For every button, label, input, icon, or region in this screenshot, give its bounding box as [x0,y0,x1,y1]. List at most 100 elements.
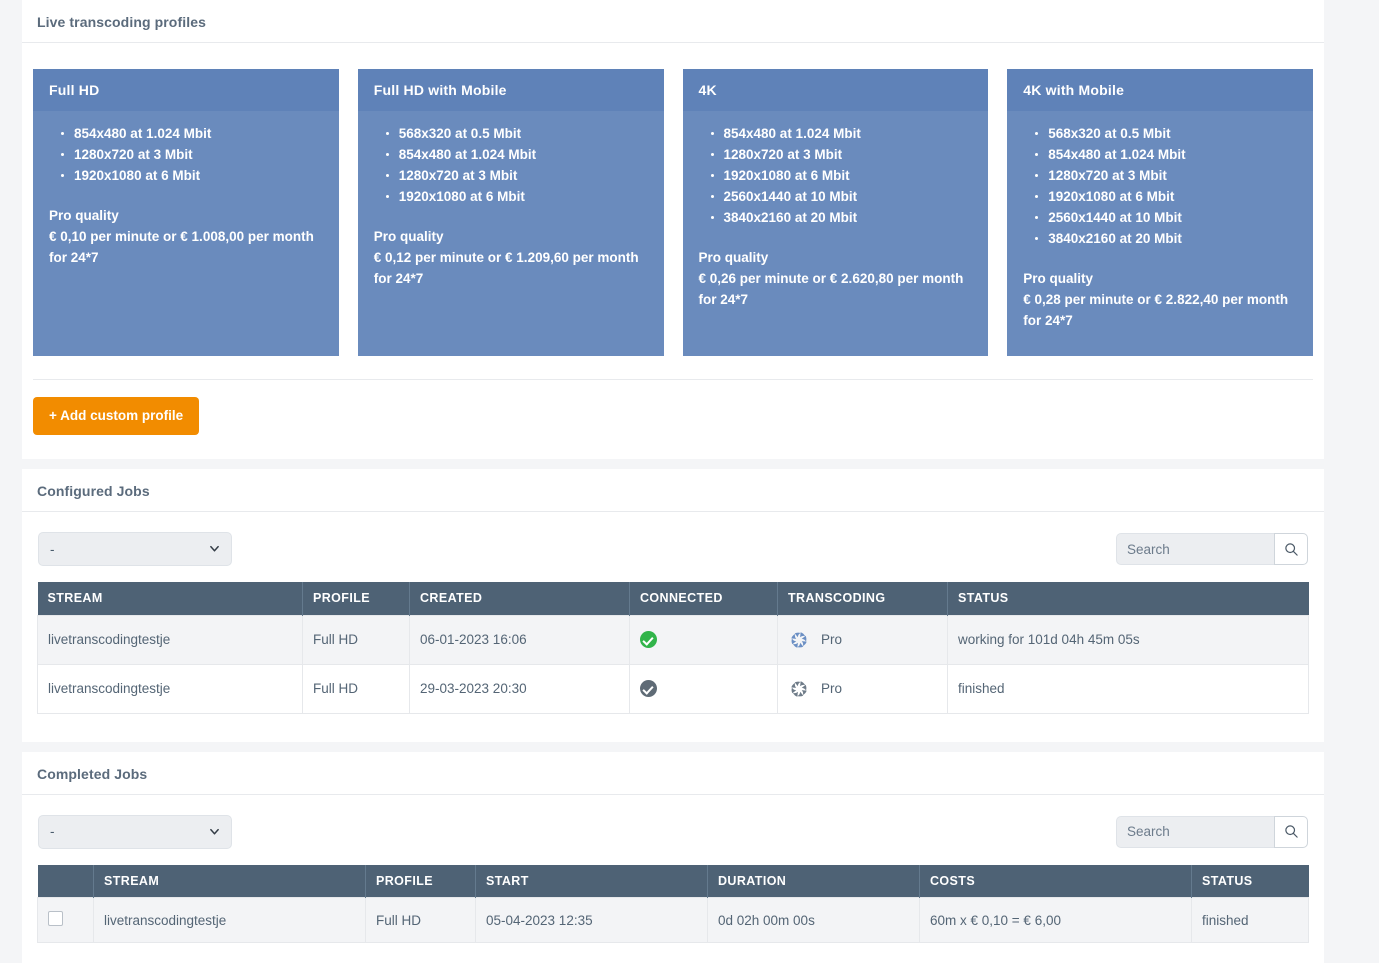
column-header-stream[interactable]: STREAM [38,582,303,615]
rendition-item: 2560x1440 at 10 Mbit [724,186,975,207]
configured-jobs-table: STREAM PROFILE CREATED CONNECTED TRANSCO… [37,582,1309,714]
row-checkbox[interactable] [48,911,63,926]
rendition-item: 3840x2160 at 20 Mbit [724,207,975,228]
profile-card[interactable]: 4K with Mobile 568x320 at 0.5 Mbit 854x4… [1007,69,1313,356]
cell-transcoding: Pro [778,664,948,713]
profile-card[interactable]: Full HD 854x480 at 1.024 Mbit 1280x720 a… [33,69,339,356]
cell-stream: livetranscodingtestje [38,664,303,713]
column-header-select [38,865,94,898]
completed-jobs-panel: Completed Jobs - [22,752,1324,963]
cell-profile: Full HD [303,664,410,713]
profile-price-block: Pro quality € 0,28 per minute or € 2.822… [1021,268,1299,331]
profile-card-title: Full HD [33,69,339,111]
rendition-item: 1920x1080 at 6 Mbit [399,186,650,207]
cell-created: 29-03-2023 20:30 [410,664,630,713]
rendition-item: 854x480 at 1.024 Mbit [1048,144,1299,165]
configured-jobs-filter[interactable]: - [38,532,232,566]
search-input[interactable] [1116,816,1274,848]
profiles-panel-title: Live transcoding profiles [22,0,1324,43]
cell-transcoding: Pro [778,615,948,664]
profile-card-body: 568x320 at 0.5 Mbit 854x480 at 1.024 Mbi… [1007,111,1313,347]
table-row[interactable]: livetranscodingtestje Full HD 05-04-2023… [38,898,1309,943]
transcoding-label: Pro [821,681,842,696]
price-line-1: € 0,26 per minute or € 2.620,80 per mont… [699,268,975,289]
cell-stream: livetranscodingtestje [38,615,303,664]
quality-label: Pro quality [49,205,325,226]
column-header-created[interactable]: CREATED [410,582,630,615]
completed-jobs-toolbar: - [37,795,1309,865]
table-row[interactable]: livetranscodingtestje Full HD 29-03-2023… [38,664,1309,713]
page-root: Live transcoding profiles Full HD 854x48… [0,0,1379,963]
column-header-duration[interactable]: DURATION [708,865,920,898]
profile-price-block: Pro quality € 0,10 per minute or € 1.008… [47,205,325,268]
profile-card-body: 568x320 at 0.5 Mbit 854x480 at 1.024 Mbi… [358,111,664,305]
rendition-list: 568x320 at 0.5 Mbit 854x480 at 1.024 Mbi… [1021,123,1299,249]
completed-jobs-table-body: livetranscodingtestje Full HD 05-04-2023… [38,898,1309,943]
column-header-costs[interactable]: COSTS [920,865,1192,898]
check-circle-icon [640,631,657,648]
cell-connected [630,664,778,713]
column-header-connected[interactable]: CONNECTED [630,582,778,615]
rendition-item: 1280x720 at 3 Mbit [74,144,325,165]
table-row[interactable]: livetranscodingtestje Full HD 06-01-2023… [38,615,1309,664]
rendition-item: 1280x720 at 3 Mbit [1048,165,1299,186]
cell-select [38,898,94,943]
add-custom-profile-button[interactable]: + Add custom profile [33,397,199,435]
profile-card-body: 854x480 at 1.024 Mbit 1280x720 at 3 Mbit… [683,111,989,326]
column-header-stream[interactable]: STREAM [94,865,366,898]
rendition-item: 854x480 at 1.024 Mbit [74,123,325,144]
price-line-1: € 0,12 per minute or € 1.209,60 per mont… [374,247,650,268]
profile-card-list: Full HD 854x480 at 1.024 Mbit 1280x720 a… [22,43,1324,356]
table-header-row: STREAM PROFILE CREATED CONNECTED TRANSCO… [38,582,1309,615]
completed-jobs-filter[interactable]: - [38,815,232,849]
rendition-item: 568x320 at 0.5 Mbit [399,123,650,144]
profile-price-block: Pro quality € 0,12 per minute or € 1.209… [372,226,650,289]
search-button[interactable] [1274,533,1308,565]
profile-card-body: 854x480 at 1.024 Mbit 1280x720 at 3 Mbit… [33,111,339,284]
column-header-transcoding[interactable]: TRANSCODING [778,582,948,615]
column-header-profile[interactable]: PROFILE [366,865,476,898]
profiles-divider [33,379,1313,380]
profile-card-title: Full HD with Mobile [358,69,664,111]
rendition-item: 2560x1440 at 10 Mbit [1048,207,1299,228]
completed-jobs-table: STREAM PROFILE START DURATION COSTS STAT… [37,865,1309,944]
column-header-status[interactable]: STATUS [1192,865,1309,898]
transcoding-label: Pro [821,632,842,647]
cell-stream: livetranscodingtestje [94,898,366,943]
column-header-profile[interactable]: PROFILE [303,582,410,615]
quality-label: Pro quality [699,247,975,268]
profile-card[interactable]: 4K 854x480 at 1.024 Mbit 1280x720 at 3 M… [683,69,989,356]
completed-jobs-table-header: STREAM PROFILE START DURATION COSTS STAT… [38,865,1309,898]
completed-jobs-body: - [22,795,1324,963]
quality-label: Pro quality [1023,268,1299,289]
configured-jobs-filter-value[interactable]: - [38,532,232,566]
column-header-status[interactable]: STATUS [948,582,1309,615]
profile-card[interactable]: Full HD with Mobile 568x320 at 0.5 Mbit … [358,69,664,356]
price-line-1: € 0,28 per minute or € 2.822,40 per mont… [1023,289,1299,310]
rendition-item: 1280x720 at 3 Mbit [399,165,650,186]
price-line-2: for 24*7 [49,247,325,268]
search-icon [1284,542,1299,557]
rendition-list: 568x320 at 0.5 Mbit 854x480 at 1.024 Mbi… [372,123,650,207]
price-line-2: for 24*7 [699,289,975,310]
configured-jobs-search [1116,533,1308,565]
check-circle-icon [640,680,657,697]
table-header-row: STREAM PROFILE START DURATION COSTS STAT… [38,865,1309,898]
rendition-item: 854x480 at 1.024 Mbit [724,123,975,144]
rendition-item: 3840x2160 at 20 Mbit [1048,228,1299,249]
completed-jobs-filter-value[interactable]: - [38,815,232,849]
rendition-list: 854x480 at 1.024 Mbit 1280x720 at 3 Mbit… [697,123,975,228]
cell-costs: 60m x € 0,10 = € 6,00 [920,898,1192,943]
search-input[interactable] [1116,533,1274,565]
column-header-start[interactable]: START [476,865,708,898]
quality-label: Pro quality [374,226,650,247]
configured-jobs-table-header: STREAM PROFILE CREATED CONNECTED TRANSCO… [38,582,1309,615]
cell-status: working for 101d 04h 45m 05s [948,615,1309,664]
search-button[interactable] [1274,816,1308,848]
cell-start: 05-04-2023 12:35 [476,898,708,943]
search-icon [1284,824,1299,839]
rendition-item: 854x480 at 1.024 Mbit [399,144,650,165]
completed-jobs-title: Completed Jobs [22,752,1324,795]
price-line-1: € 0,10 per minute or € 1.008,00 per mont… [49,226,325,247]
pinwheel-icon [788,629,810,651]
